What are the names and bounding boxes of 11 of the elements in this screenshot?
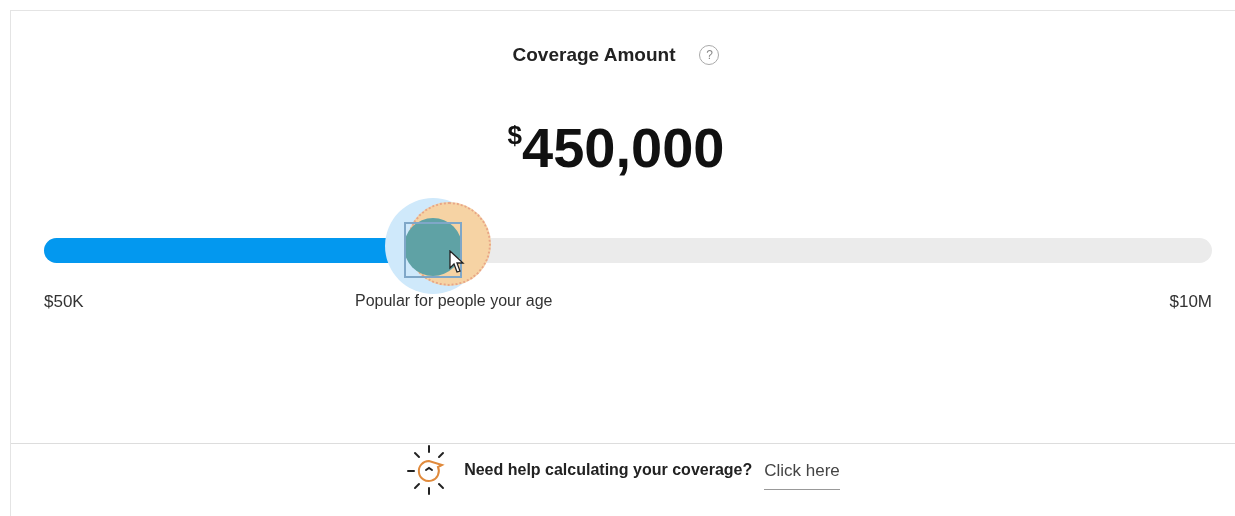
popular-hint: Popular for people your age xyxy=(355,290,553,311)
focus-outline xyxy=(403,222,462,278)
currency-symbol: $ xyxy=(507,119,522,150)
slider-track[interactable] xyxy=(44,237,1212,263)
coverage-amount: 450,000 xyxy=(522,115,725,179)
cursor-icon xyxy=(448,250,465,274)
help-prompt: Need help calculating your coverage? xyxy=(464,460,753,480)
min-label: $50K xyxy=(44,290,85,313)
max-label: $10M xyxy=(1168,290,1212,313)
coverage-title: Coverage Amount xyxy=(512,43,676,67)
help-link[interactable]: Click here xyxy=(764,457,840,491)
